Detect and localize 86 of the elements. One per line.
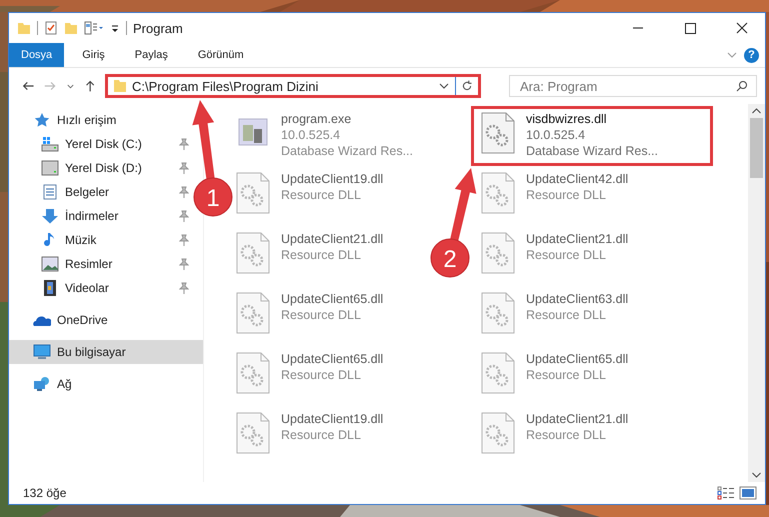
- file-item[interactable]: visdbwizres.dll 10.0.525.4 Database Wizard Res...: [471, 106, 713, 166]
- address-bar[interactable]: C:\Program Files\Program Dizini: [105, 74, 481, 98]
- file-detail: 10.0.525.4: [281, 127, 342, 143]
- ribbon-tab[interactable]: Giriş: [70, 43, 117, 67]
- address-path: C:\Program Files\Program Dizini: [132, 78, 320, 94]
- file-name: program.exe: [281, 111, 352, 127]
- file-detail: Database Wizard Res...: [281, 143, 413, 159]
- large-icons-view-icon[interactable]: [739, 486, 757, 500]
- file-item[interactable]: UpdateClient21.dll Resource DLL: [471, 226, 636, 286]
- file-detail: Resource DLL: [281, 307, 362, 323]
- file-name: UpdateClient21.dll: [526, 411, 628, 427]
- properties-icon[interactable]: [84, 21, 104, 35]
- document-icon: [41, 184, 59, 200]
- file-name: UpdateClient21.dll: [281, 231, 384, 247]
- file-item[interactable]: UpdateClient21.dll Resource DLL: [226, 226, 390, 286]
- nav-item[interactable]: Resimler: [9, 252, 120, 276]
- file-detail: 10.0.525.4: [526, 127, 586, 143]
- file-name: UpdateClient65.dll: [281, 351, 384, 367]
- file-detail: Resource DLL: [281, 187, 362, 203]
- picture-frame-icon: [41, 256, 59, 272]
- file-item[interactable]: UpdateClient63.dll Resource DLL: [471, 286, 636, 346]
- film-icon: [41, 280, 59, 296]
- folder-icon: [113, 79, 127, 93]
- nav-item[interactable]: Hızlı erişim: [9, 108, 124, 132]
- file-detail: Resource DLL: [281, 427, 362, 443]
- pin-icon[interactable]: [179, 258, 189, 270]
- file-item[interactable]: UpdateClient19.dll Resource DLL: [226, 406, 390, 466]
- scroll-up-icon[interactable]: [752, 108, 761, 114]
- file-item[interactable]: UpdateClient65.dll Resource DLL: [226, 286, 390, 346]
- pin-icon[interactable]: [179, 210, 189, 222]
- scrollbar[interactable]: [748, 104, 765, 482]
- pin-icon[interactable]: [179, 282, 189, 294]
- file-name: UpdateClient65.dll: [281, 291, 384, 307]
- nav-item[interactable]: Müzik: [9, 228, 104, 252]
- file-detail: Resource DLL: [281, 367, 362, 383]
- file-item[interactable]: UpdateClient65.dll Resource DLL: [471, 346, 636, 406]
- file-name: visdbwizres.dll: [526, 111, 608, 127]
- file-detail: Resource DLL: [281, 247, 362, 263]
- checkmark-document-icon[interactable]: [44, 21, 58, 35]
- monitor-icon: [33, 344, 51, 360]
- file-item[interactable]: program.exe 10.0.525.4 Database Wizard Res...: [226, 106, 420, 166]
- network-icon: [33, 376, 51, 392]
- file-detail: Database Wizard Res...: [526, 143, 658, 159]
- file-item[interactable]: UpdateClient65.dll Resource DLL: [226, 346, 390, 406]
- nav-item[interactable]: Yerel Disk (C:): [9, 132, 150, 156]
- file-name: UpdateClient19.dll: [281, 171, 384, 187]
- file-item[interactable]: UpdateClient21.dll Resource DLL: [471, 406, 636, 466]
- file-name: UpdateClient19.dll: [281, 411, 384, 427]
- item-count: 132 öğe: [23, 486, 66, 500]
- nav-item[interactable]: Bu bilgisayar: [9, 340, 203, 364]
- nav-item[interactable]: Ağ: [9, 372, 80, 396]
- help-button[interactable]: ?: [744, 48, 759, 62]
- nav-item[interactable]: Yerel Disk (D:): [9, 156, 150, 180]
- file-detail: Resource DLL: [526, 247, 607, 263]
- ribbon-tab[interactable]: Dosya: [9, 43, 64, 67]
- file-name: UpdateClient21.dll: [526, 231, 628, 247]
- scrollbar-thumb[interactable]: [750, 118, 763, 178]
- pin-icon[interactable]: [179, 138, 189, 150]
- file-name: UpdateClient65.dll: [526, 351, 628, 367]
- file-detail: Resource DLL: [526, 367, 607, 383]
- file-detail: Resource DLL: [526, 187, 607, 203]
- file-item[interactable]: UpdateClient42.dll Resource DLL: [471, 166, 636, 226]
- star-icon: [33, 112, 51, 128]
- ribbon-tab[interactable]: Görünüm: [186, 43, 256, 67]
- step-badge: 2: [430, 238, 470, 278]
- window-title: Program: [133, 20, 183, 36]
- drive-icon: [41, 160, 59, 176]
- file-detail: Resource DLL: [526, 307, 607, 323]
- nav-item[interactable]: Videolar: [9, 276, 117, 300]
- down-arrow-icon: [41, 208, 59, 224]
- scroll-down-icon[interactable]: [752, 472, 761, 478]
- pin-icon[interactable]: [179, 186, 189, 198]
- ribbon-tab[interactable]: Paylaş: [122, 43, 180, 67]
- pin-icon[interactable]: [179, 234, 189, 246]
- step-badge: 1: [194, 178, 232, 216]
- nav-item[interactable]: Belgeler: [9, 180, 118, 204]
- search-icon: [736, 80, 748, 92]
- file-detail: Resource DLL: [526, 427, 607, 443]
- details-view-icon[interactable]: [717, 486, 735, 500]
- file-name: UpdateClient63.dll: [526, 291, 628, 307]
- search-field[interactable]: Ara: Program: [509, 75, 757, 97]
- drive-icon: [41, 136, 59, 152]
- pin-icon[interactable]: [179, 162, 189, 174]
- nav-item[interactable]: İndirmeler: [9, 204, 126, 228]
- nav-item[interactable]: OneDrive: [9, 308, 116, 332]
- file-name: UpdateClient42.dll: [526, 171, 628, 187]
